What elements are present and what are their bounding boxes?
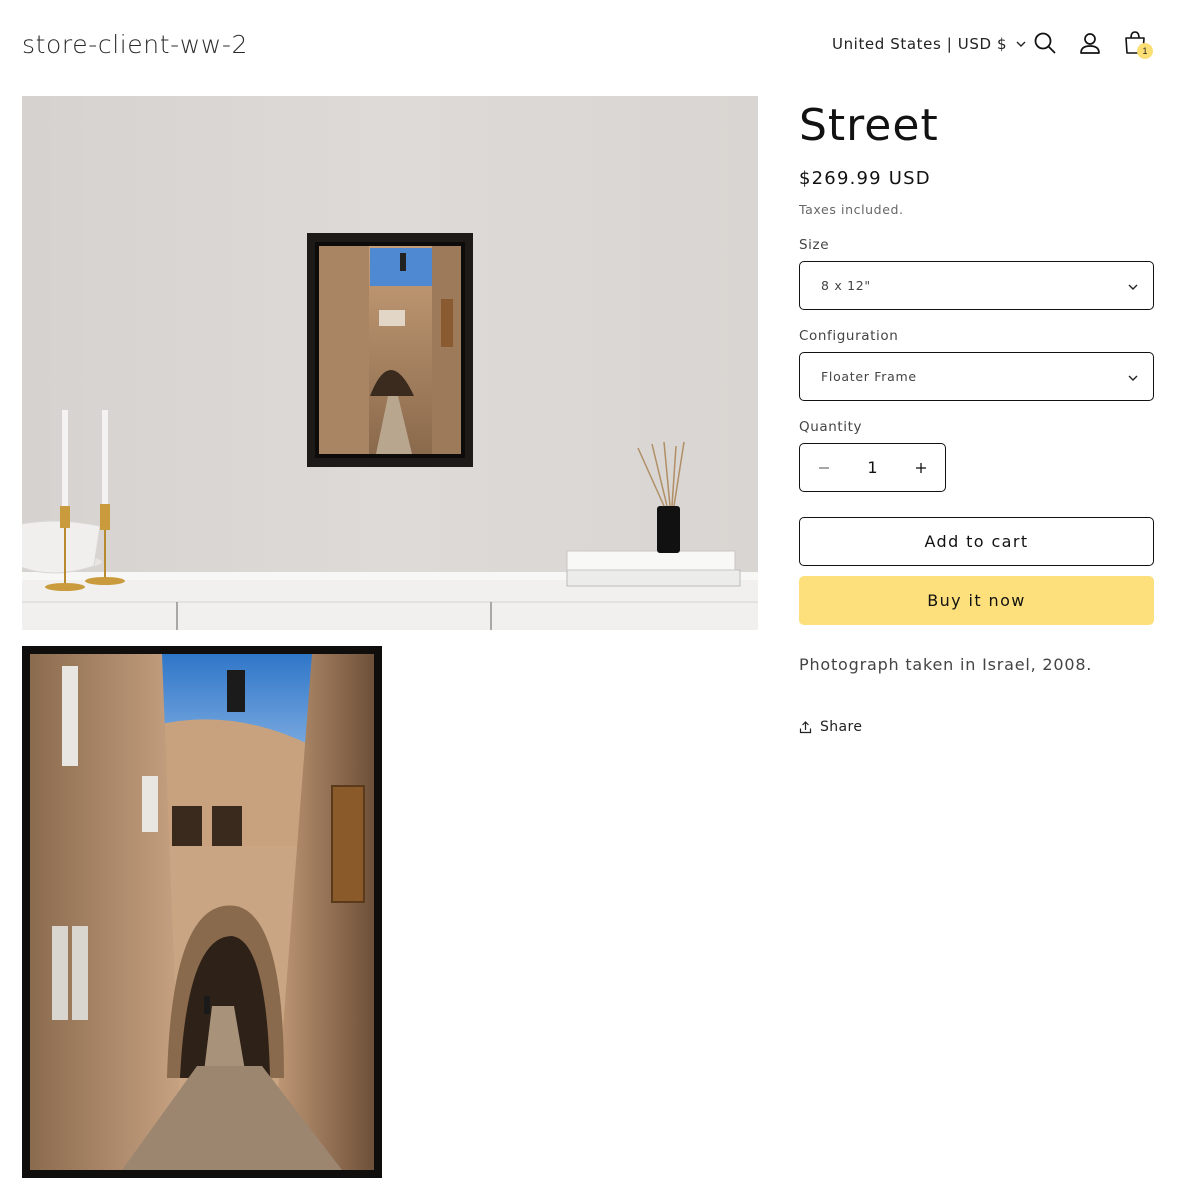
country-currency-selector[interactable]: United States | USD $	[832, 35, 1027, 53]
chevron-down-icon	[1016, 41, 1026, 47]
add-to-cart-button[interactable]: Add to cart	[799, 517, 1154, 566]
share-icon	[799, 720, 812, 733]
size-select[interactable]: 8 x 12"	[799, 261, 1154, 310]
country-currency-label: United States | USD $	[832, 35, 1008, 53]
quantity-decrease-button[interactable]	[800, 444, 848, 491]
chevron-down-icon	[1128, 284, 1138, 290]
minus-icon	[819, 466, 829, 469]
configuration-select-value: Floater Frame	[821, 369, 917, 384]
site-header: store-client-ww-2 United States | USD $ …	[0, 0, 1185, 90]
plus-icon	[916, 462, 926, 473]
tax-note: Taxes included.	[799, 202, 904, 217]
share-button[interactable]: Share	[799, 719, 862, 735]
quantity-input[interactable]: 1	[848, 444, 897, 491]
share-label: Share	[820, 719, 863, 735]
chevron-down-icon	[1128, 375, 1138, 381]
quantity-label: Quantity	[799, 419, 863, 435]
search-icon[interactable]	[1032, 30, 1058, 56]
buy-it-now-button[interactable]: Buy it now	[799, 576, 1154, 625]
product-image-framed-print[interactable]	[22, 646, 382, 1178]
account-icon[interactable]	[1077, 30, 1103, 56]
quantity-increase-button[interactable]	[897, 444, 945, 491]
quantity-stepper: 1	[799, 443, 946, 492]
product-price: $269.99 USD	[799, 168, 931, 189]
size-select-value: 8 x 12"	[821, 278, 871, 293]
product-description: Photograph taken in Israel, 2008.	[799, 655, 1093, 674]
store-logo[interactable]: store-client-ww-2	[22, 30, 248, 59]
configuration-label: Configuration	[799, 328, 899, 344]
product-title: Street	[799, 100, 939, 151]
product-image-room-mockup[interactable]	[22, 96, 758, 630]
configuration-select[interactable]: Floater Frame	[799, 352, 1154, 401]
cart-count-badge: 1	[1137, 43, 1153, 59]
size-label: Size	[799, 237, 830, 253]
